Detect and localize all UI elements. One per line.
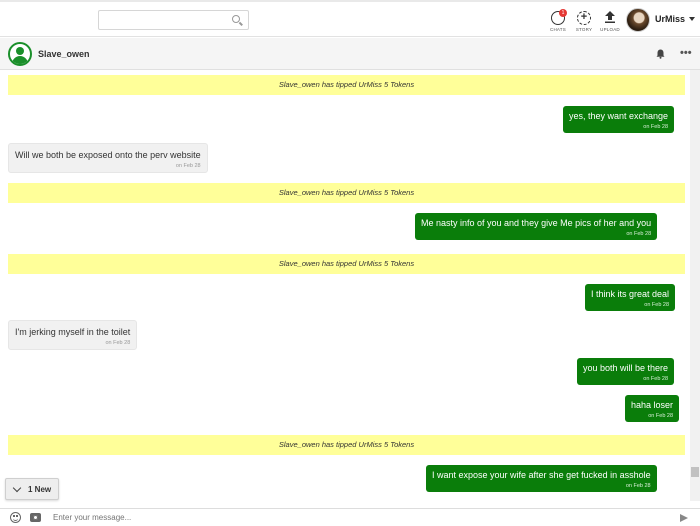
chat-header: Slave_owen •••	[0, 38, 700, 70]
incoming-message: I'm jerking myself in the toilet on Feb …	[8, 320, 138, 350]
message-text: I want expose your wife after she get fu…	[432, 470, 651, 480]
message-date: on Feb 28	[625, 483, 651, 489]
tip-banner: Slave_owen has tipped UrMiss 5 Tokens	[8, 75, 685, 95]
message-date: on Feb 28	[643, 376, 669, 382]
message-text: I think its great deal	[591, 289, 670, 299]
tip-banner: Slave_owen has tipped UrMiss 5 Tokens	[8, 183, 685, 203]
avatar-body	[12, 56, 28, 64]
search-input[interactable]	[99, 13, 229, 28]
message-date: on Feb 28	[648, 413, 674, 419]
story-add-icon: +	[577, 11, 591, 25]
user-name[interactable]: UrMiss	[655, 14, 685, 24]
outgoing-message: you both will be there on Feb 28	[577, 358, 675, 385]
message-text: yes, they want exchange	[569, 111, 669, 121]
top-border	[0, 0, 700, 2]
tip-banner: Slave_owen has tipped UrMiss 5 Tokens	[8, 254, 685, 274]
message-text: haha loser	[631, 400, 674, 410]
outgoing-message: haha loser on Feb 28	[625, 395, 680, 422]
chats-badge: 1	[559, 9, 567, 17]
message-text: I'm jerking myself in the toilet	[15, 327, 131, 337]
user-avatar[interactable]	[626, 8, 650, 32]
message-text: Will we both be exposed onto the perv we…	[15, 150, 201, 160]
message-text: you both will be there	[583, 363, 669, 373]
message-date: on Feb 28	[626, 231, 652, 237]
message-date: on Feb 28	[643, 124, 669, 130]
message-input[interactable]	[47, 510, 667, 525]
more-options-icon[interactable]: •••	[680, 48, 692, 59]
outgoing-message: I think its great deal on Feb 28	[585, 284, 676, 311]
tip-banner: Slave_owen has tipped UrMiss 5 Tokens	[8, 435, 685, 455]
search-box[interactable]	[98, 10, 249, 30]
scrollbar-thumb[interactable]	[691, 467, 699, 477]
chevron-down-icon[interactable]	[689, 17, 695, 21]
send-icon[interactable]	[680, 514, 688, 522]
message-composer	[0, 508, 700, 526]
peer-avatar-icon[interactable]	[8, 42, 32, 66]
incoming-message: Will we both be exposed onto the perv we…	[8, 143, 208, 173]
top-bar: 1 CHATS + STORY UPLOAD UrMiss	[0, 0, 700, 37]
message-date: on Feb 28	[644, 302, 670, 308]
new-messages-label: 1 New	[28, 485, 52, 494]
peer-name[interactable]: Slave_owen	[38, 49, 90, 59]
avatar-head	[16, 47, 24, 55]
outgoing-message: yes, they want exchange on Feb 28	[563, 106, 675, 133]
message-text: Me nasty info of you and they give Me pi…	[421, 218, 652, 228]
outgoing-message: I want expose your wife after she get fu…	[426, 465, 657, 492]
camera-icon[interactable]	[30, 513, 41, 522]
nav-upload-button[interactable]: UPLOAD	[598, 8, 622, 34]
bell-icon[interactable]	[656, 49, 665, 59]
chevron-down-icon	[12, 483, 22, 493]
emoji-icon[interactable]	[10, 512, 21, 523]
message-date: on Feb 28	[105, 340, 131, 346]
outgoing-message: Me nasty info of you and they give Me pi…	[415, 213, 658, 240]
nav-upload-label: UPLOAD	[600, 27, 620, 32]
message-scrollbar[interactable]	[690, 70, 700, 501]
new-messages-button[interactable]: 1 New	[5, 478, 59, 500]
upload-icon	[605, 11, 615, 23]
message-date: on Feb 28	[175, 163, 201, 169]
message-list: Slave_owen has tipped UrMiss 5 Tokens ye…	[0, 70, 688, 501]
search-icon[interactable]	[232, 15, 240, 23]
